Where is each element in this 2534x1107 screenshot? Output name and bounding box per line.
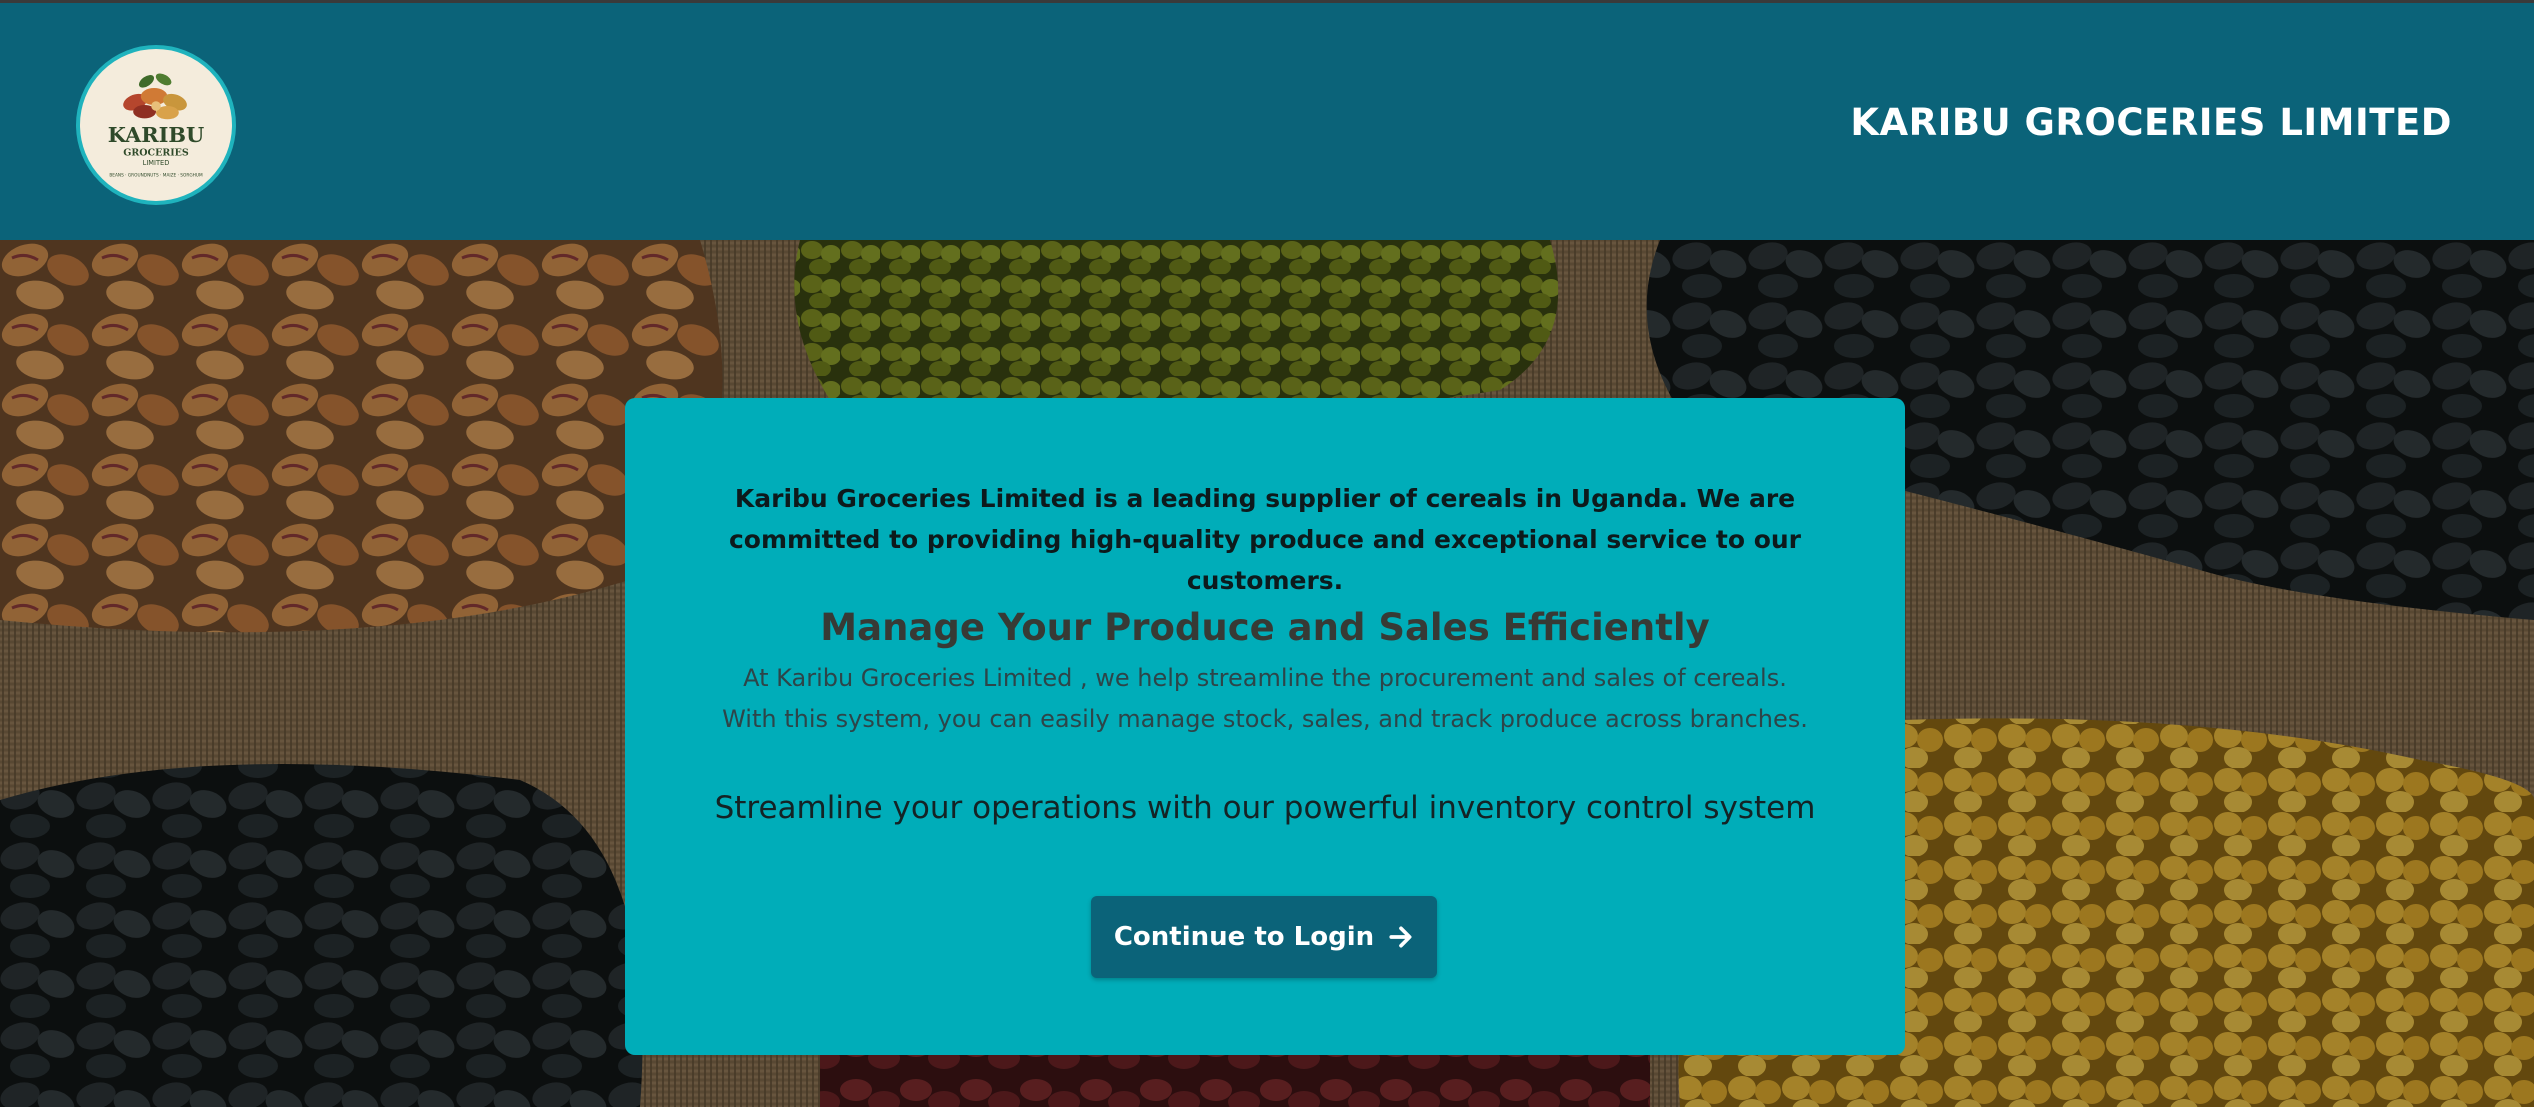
card-description: At Karibu Groceries Limited , we help st…: [722, 664, 1808, 733]
company-logo[interactable]: KARIBU GROCERIES LIMITED BEANS · GROUNDN…: [76, 45, 236, 205]
logo-emblem: KARIBU GROCERIES LIMITED BEANS · GROUNDN…: [81, 50, 231, 200]
logo-arc-text: BEANS · GROUNDNUTS · MAIZE · SORGHUM: [109, 172, 203, 178]
site-header: KARIBU GROCERIES LIMITED BEANS · GROUNDN…: [0, 0, 2534, 240]
welcome-card: Karibu Groceries Limited is a leading su…: [625, 398, 1905, 1055]
brand-title: KARIBU GROCERIES LIMITED: [1850, 101, 2452, 144]
arrow-right-icon: [1389, 926, 1412, 948]
hero-background: Karibu Groceries Limited is a leading su…: [0, 240, 2534, 1107]
card-tagline: Streamline your operations with our powe…: [714, 790, 1816, 826]
continue-to-login-label: Continue to Login: [1113, 922, 1375, 952]
logo-name-line3: LIMITED: [143, 159, 170, 167]
logo-name-line2: GROCERIES: [123, 147, 189, 158]
logo-name-line1: KARIBU: [108, 122, 205, 147]
continue-to-login-button[interactable]: Continue to Login: [1091, 896, 1437, 978]
card-headline: Manage Your Produce and Sales Efficientl…: [820, 606, 1710, 649]
intro-text: Karibu Groceries Limited is a leading su…: [728, 484, 1802, 595]
